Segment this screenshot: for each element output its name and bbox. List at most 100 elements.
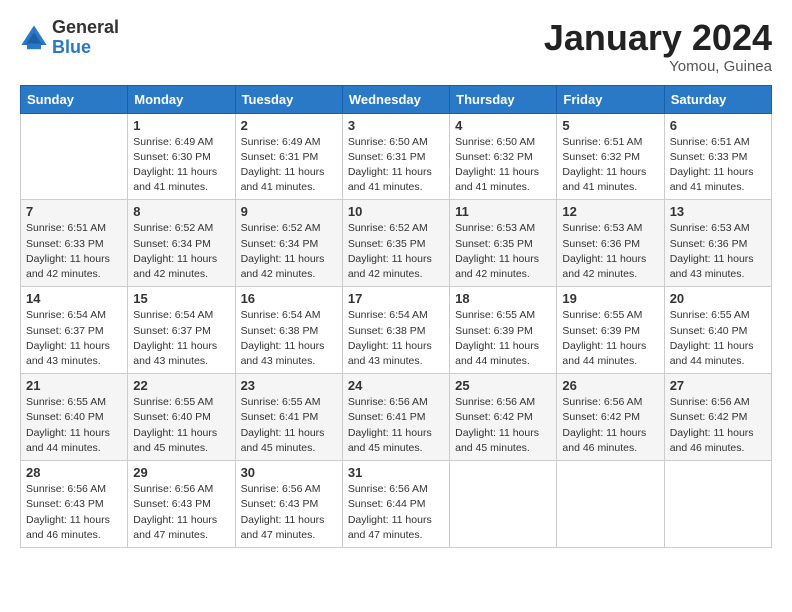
day-number: 25 [455,378,551,393]
calendar-cell [21,113,128,200]
day-number: 15 [133,291,229,306]
day-number: 23 [241,378,337,393]
calendar-cell: 13 Sunrise: 6:53 AMSunset: 6:36 PMDayligh… [664,200,771,287]
day-info: Sunrise: 6:51 AMSunset: 6:32 PMDaylight:… [562,135,658,196]
calendar-cell: 23Sunrise: 6:55 AMSunset: 6:41 PMDayligh… [235,374,342,461]
calendar-body: 1 Sunrise: 6:49 AMSunset: 6:30 PMDaylight… [21,113,772,547]
calendar-table: SundayMondayTuesdayWednesdayThursdayFrid… [20,85,772,548]
day-number: 30 [241,465,337,480]
day-number: 13 [670,204,766,219]
calendar-cell: 16Sunrise: 6:54 AMSunset: 6:38 PMDayligh… [235,287,342,374]
calendar-cell [664,461,771,548]
day-number: 3 [348,118,444,133]
day-info: Sunrise: 6:55 AMSunset: 6:40 PMDaylight:… [133,395,229,456]
day-info: Sunrise: 6:52 AMSunset: 6:34 PMDaylight:… [241,221,337,282]
calendar-cell: 21Sunrise: 6:55 AMSunset: 6:40 PMDayligh… [21,374,128,461]
week-row-2: 14 Sunrise: 6:54 AMSunset: 6:37 PMDayligh… [21,287,772,374]
day-info: Sunrise: 6:56 AMSunset: 6:42 PMDaylight:… [670,395,766,456]
location: Yomou, Guinea [544,58,772,75]
calendar-header: SundayMondayTuesdayWednesdayThursdayFrid… [21,85,772,113]
calendar-cell: 2 Sunrise: 6:49 AMSunset: 6:31 PMDaylight… [235,113,342,200]
day-number: 28 [26,465,122,480]
header-wednesday: Wednesday [342,85,449,113]
calendar-cell: 1 Sunrise: 6:49 AMSunset: 6:30 PMDaylight… [128,113,235,200]
calendar-cell: 30 Sunrise: 6:56 AMSunset: 6:43 PMDayligh… [235,461,342,548]
day-info: Sunrise: 6:54 AMSunset: 6:38 PMDaylight:… [348,308,444,369]
day-info: Sunrise: 6:53 AMSunset: 6:36 PMDaylight:… [670,221,766,282]
day-number: 14 [26,291,122,306]
day-number: 1 [133,118,229,133]
day-info: Sunrise: 6:49 AMSunset: 6:31 PMDaylight:… [241,135,337,196]
calendar-cell: 15 Sunrise: 6:54 AMSunset: 6:37 PMDayligh… [128,287,235,374]
calendar-cell [557,461,664,548]
logo-icon [20,24,48,52]
day-info: Sunrise: 6:50 AMSunset: 6:32 PMDaylight:… [455,135,551,196]
header-thursday: Thursday [450,85,557,113]
title-block: January 2024 Yomou, Guinea [544,18,772,75]
day-number: 31 [348,465,444,480]
day-info: Sunrise: 6:52 AMSunset: 6:34 PMDaylight:… [133,221,229,282]
header-friday: Friday [557,85,664,113]
day-number: 27 [670,378,766,393]
page: General Blue January 2024 Yomou, Guinea … [0,0,792,566]
day-number: 7 [26,204,122,219]
day-info: Sunrise: 6:52 AMSunset: 6:35 PMDaylight:… [348,221,444,282]
calendar-cell: 22 Sunrise: 6:55 AMSunset: 6:40 PMDayligh… [128,374,235,461]
day-number: 17 [348,291,444,306]
day-number: 26 [562,378,658,393]
day-info: Sunrise: 6:54 AMSunset: 6:38 PMDaylight:… [241,308,337,369]
calendar-cell: 10 Sunrise: 6:52 AMSunset: 6:35 PMDayligh… [342,200,449,287]
day-info: Sunrise: 6:55 AMSunset: 6:39 PMDaylight:… [562,308,658,369]
day-info: Sunrise: 6:51 AMSunset: 6:33 PMDaylight:… [26,221,122,282]
header-tuesday: Tuesday [235,85,342,113]
day-number: 22 [133,378,229,393]
calendar-cell: 26 Sunrise: 6:56 AMSunset: 6:42 PMDayligh… [557,374,664,461]
day-info: Sunrise: 6:49 AMSunset: 6:30 PMDaylight:… [133,135,229,196]
day-info: Sunrise: 6:56 AMSunset: 6:43 PMDaylight:… [26,482,122,543]
calendar-cell: 29Sunrise: 6:56 AMSunset: 6:43 PMDayligh… [128,461,235,548]
calendar-cell: 12 Sunrise: 6:53 AMSunset: 6:36 PMDayligh… [557,200,664,287]
day-info: Sunrise: 6:53 AMSunset: 6:36 PMDaylight:… [562,221,658,282]
day-number: 5 [562,118,658,133]
calendar-cell: 7 Sunrise: 6:51 AMSunset: 6:33 PMDaylight… [21,200,128,287]
calendar-cell: 9 Sunrise: 6:52 AMSunset: 6:34 PMDaylight… [235,200,342,287]
day-info: Sunrise: 6:51 AMSunset: 6:33 PMDaylight:… [670,135,766,196]
day-number: 21 [26,378,122,393]
calendar-cell: 27 Sunrise: 6:56 AMSunset: 6:42 PMDayligh… [664,374,771,461]
day-number: 18 [455,291,551,306]
calendar-cell: 24Sunrise: 6:56 AMSunset: 6:41 PMDayligh… [342,374,449,461]
day-number: 20 [670,291,766,306]
logo-general: General [52,18,119,38]
day-info: Sunrise: 6:54 AMSunset: 6:37 PMDaylight:… [26,308,122,369]
day-number: 6 [670,118,766,133]
day-number: 12 [562,204,658,219]
day-info: Sunrise: 6:50 AMSunset: 6:31 PMDaylight:… [348,135,444,196]
header-sunday: Sunday [21,85,128,113]
day-info: Sunrise: 6:54 AMSunset: 6:37 PMDaylight:… [133,308,229,369]
header: General Blue January 2024 Yomou, Guinea [20,18,772,75]
calendar-cell: 8Sunrise: 6:52 AMSunset: 6:34 PMDaylight… [128,200,235,287]
day-info: Sunrise: 6:56 AMSunset: 6:41 PMDaylight:… [348,395,444,456]
calendar-cell: 14 Sunrise: 6:54 AMSunset: 6:37 PMDayligh… [21,287,128,374]
day-number: 10 [348,204,444,219]
logo-blue: Blue [52,38,119,58]
calendar-cell: 28 Sunrise: 6:56 AMSunset: 6:43 PMDayligh… [21,461,128,548]
day-number: 9 [241,204,337,219]
header-saturday: Saturday [664,85,771,113]
calendar-cell: 20Sunrise: 6:55 AMSunset: 6:40 PMDayligh… [664,287,771,374]
day-number: 19 [562,291,658,306]
day-info: Sunrise: 6:53 AMSunset: 6:35 PMDaylight:… [455,221,551,282]
day-info: Sunrise: 6:55 AMSunset: 6:39 PMDaylight:… [455,308,551,369]
day-number: 2 [241,118,337,133]
calendar-cell: 17 Sunrise: 6:54 AMSunset: 6:38 PMDayligh… [342,287,449,374]
day-info: Sunrise: 6:56 AMSunset: 6:43 PMDaylight:… [133,482,229,543]
calendar-cell: 19 Sunrise: 6:55 AMSunset: 6:39 PMDayligh… [557,287,664,374]
day-info: Sunrise: 6:56 AMSunset: 6:43 PMDaylight:… [241,482,337,543]
day-number: 11 [455,204,551,219]
week-row-1: 7 Sunrise: 6:51 AMSunset: 6:33 PMDaylight… [21,200,772,287]
header-row: SundayMondayTuesdayWednesdayThursdayFrid… [21,85,772,113]
calendar-cell [450,461,557,548]
calendar-cell: 5 Sunrise: 6:51 AMSunset: 6:32 PMDaylight… [557,113,664,200]
calendar-cell: 3 Sunrise: 6:50 AMSunset: 6:31 PMDaylight… [342,113,449,200]
day-info: Sunrise: 6:56 AMSunset: 6:42 PMDaylight:… [562,395,658,456]
